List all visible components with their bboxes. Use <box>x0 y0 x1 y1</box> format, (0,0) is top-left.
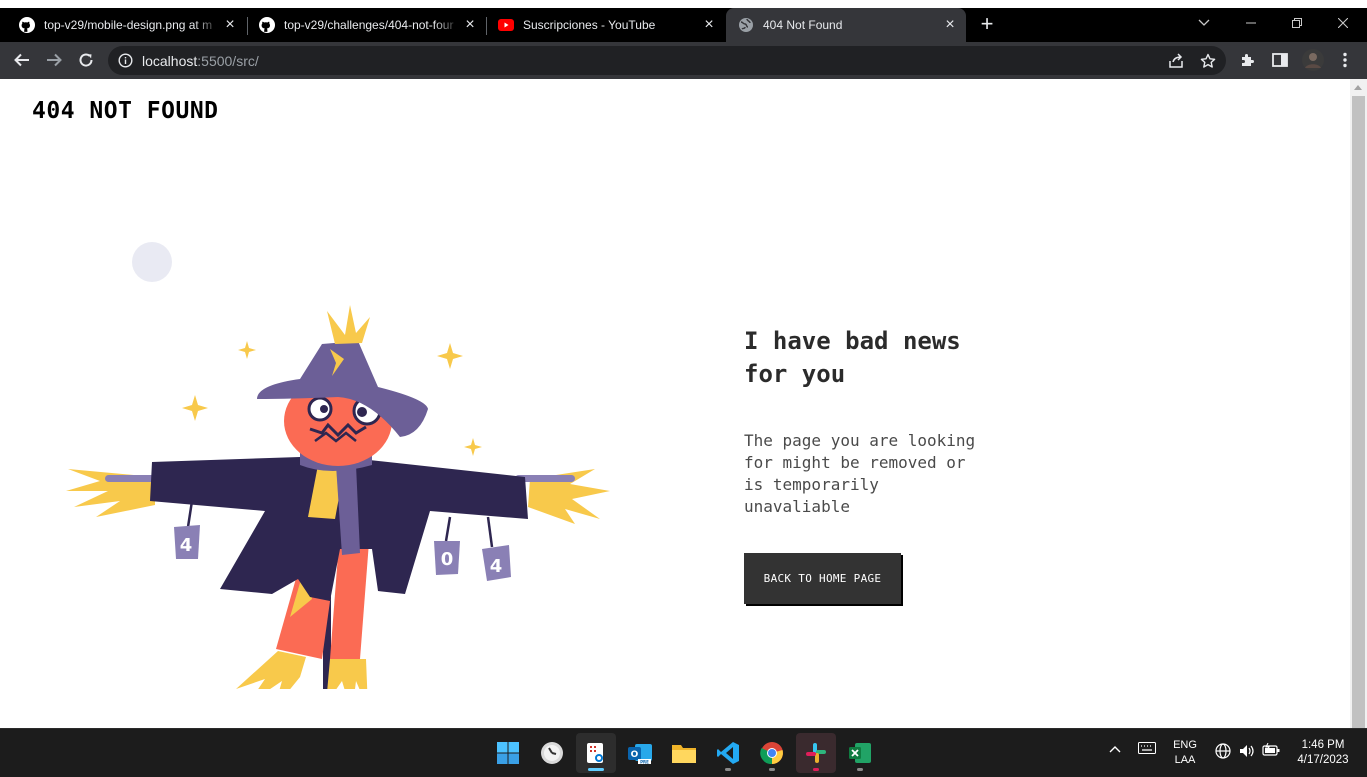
svg-text:O: O <box>631 750 639 760</box>
outlook-icon[interactable]: O PRE <box>620 733 660 773</box>
keyboard-layout-code: LAA <box>1174 754 1196 766</box>
scroll-up-arrow-icon[interactable] <box>1354 85 1362 90</box>
pupil-right <box>357 407 367 417</box>
close-tab-icon[interactable]: × <box>460 15 480 35</box>
running-indicator <box>857 768 863 771</box>
side-panel-icon[interactable] <box>1268 48 1292 72</box>
close-tab-icon[interactable]: × <box>699 15 719 35</box>
back-to-home-button[interactable]: BACK TO HOME PAGE <box>744 553 901 604</box>
menu-kebab-icon[interactable] <box>1333 48 1357 72</box>
straw-right-foot <box>327 659 368 689</box>
back-arrow-icon[interactable] <box>9 47 35 73</box>
keyboard-icon[interactable] <box>1136 742 1158 759</box>
running-indicator <box>769 768 775 771</box>
forward-arrow-icon[interactable] <box>41 47 67 73</box>
language-code: ENG <box>1173 739 1197 751</box>
straw-left-foot <box>236 651 306 689</box>
notification-indicator <box>813 768 819 771</box>
clock-datetime[interactable]: 1:46 PM 4/17/2023 <box>1288 738 1358 768</box>
can-middle-digit: 0 <box>441 549 454 570</box>
browser-tab-bar: top-v29/mobile-design.png at m × top-v29… <box>0 8 1367 42</box>
clock-app-icon[interactable] <box>532 733 572 773</box>
github-icon <box>19 17 35 33</box>
page-title: 404 NOT FOUND <box>32 98 219 124</box>
close-tab-icon[interactable]: × <box>940 15 960 35</box>
close-window-button[interactable] <box>1320 8 1366 38</box>
vscode-icon[interactable] <box>708 733 748 773</box>
scarecrow-illustration: 4 0 4 <box>66 242 610 689</box>
scrollbar-thumb[interactable] <box>1352 96 1365 728</box>
can-right-digit: 4 <box>490 556 503 577</box>
sparkle-icon <box>437 343 463 369</box>
tab-youtube[interactable]: Suscripciones - YouTube × <box>479 8 725 42</box>
sparkle-icon <box>464 438 482 456</box>
language-indicator[interactable]: ENG LAA <box>1166 738 1204 768</box>
tab-label: top-v29/mobile-design.png at m <box>44 18 213 32</box>
tab-404-challenge[interactable]: top-v29/challenges/404-not-four × <box>240 8 486 42</box>
extensions-puzzle-icon[interactable] <box>1236 48 1260 72</box>
windows-start-icon[interactable] <box>488 733 528 773</box>
tab-label: top-v29/challenges/404-not-four <box>284 18 454 32</box>
file-explorer-icon[interactable] <box>664 733 704 773</box>
window-top-strip <box>0 0 1367 8</box>
vertical-scrollbar[interactable] <box>1350 79 1367 728</box>
tab-404-not-found[interactable]: 404 Not Found × <box>726 8 966 42</box>
github-icon <box>259 17 275 33</box>
info-icon[interactable] <box>118 53 133 73</box>
bookmark-star-icon[interactable] <box>1196 49 1220 73</box>
snipping-tool-icon[interactable] <box>576 733 616 773</box>
new-tab-button[interactable]: + <box>976 13 998 36</box>
address-bar[interactable]: localhost:5500/src/ <box>108 46 1226 75</box>
can-string <box>486 516 494 548</box>
browser-toolbar: localhost:5500/src/ <box>0 42 1367 79</box>
running-indicator <box>725 768 731 771</box>
sparkle-icon <box>182 395 208 421</box>
clock-date: 4/17/2023 <box>1297 754 1349 766</box>
can-string <box>186 500 194 528</box>
restore-button[interactable] <box>1274 8 1320 38</box>
share-icon[interactable] <box>1164 49 1188 73</box>
battery-icon[interactable] <box>1261 742 1281 762</box>
chrome-icon[interactable] <box>752 733 792 773</box>
close-tab-icon[interactable]: × <box>220 15 240 35</box>
error-heading: I have bad news for you <box>744 327 961 388</box>
minimize-button[interactable] <box>1228 8 1274 38</box>
tab-label: Suscripciones - YouTube <box>523 18 656 32</box>
profile-avatar[interactable] <box>1301 48 1325 72</box>
reload-icon[interactable] <box>73 47 99 73</box>
hat-straw <box>327 305 370 344</box>
globe-icon <box>738 17 754 33</box>
page-viewport: 404 NOT FOUND 4 0 4 I have bad news for … <box>0 79 1367 728</box>
svg-text:PRE: PRE <box>640 760 649 765</box>
excel-icon[interactable] <box>840 733 880 773</box>
can-left-digit: 4 <box>180 535 193 556</box>
clock-time: 1:46 PM <box>1301 739 1345 751</box>
url-host: localhost <box>142 53 198 69</box>
sparkle-icon <box>238 341 256 359</box>
url-path: :5500/src/ <box>197 53 259 69</box>
network-globe-icon[interactable] <box>1213 743 1233 764</box>
moon-shape <box>132 242 172 282</box>
tab-search-icon[interactable] <box>1181 8 1227 38</box>
can-string <box>444 516 452 542</box>
tab-label: 404 Not Found <box>763 18 843 32</box>
active-indicator <box>588 768 604 771</box>
error-message: The page you are looking for might be re… <box>744 431 976 516</box>
pupil-left <box>320 405 328 413</box>
url-text[interactable]: localhost:5500/src/ <box>142 53 259 69</box>
youtube-icon <box>498 17 514 33</box>
volume-icon[interactable] <box>1237 743 1257 764</box>
show-hidden-icons-chevron-icon[interactable] <box>1106 743 1124 758</box>
slack-icon[interactable] <box>796 733 836 773</box>
tab-mobile-design[interactable]: top-v29/mobile-design.png at m × <box>0 8 246 42</box>
windows-taskbar: O PRE ENG LAA 1:46 PM 4/17/2023 <box>0 728 1367 777</box>
